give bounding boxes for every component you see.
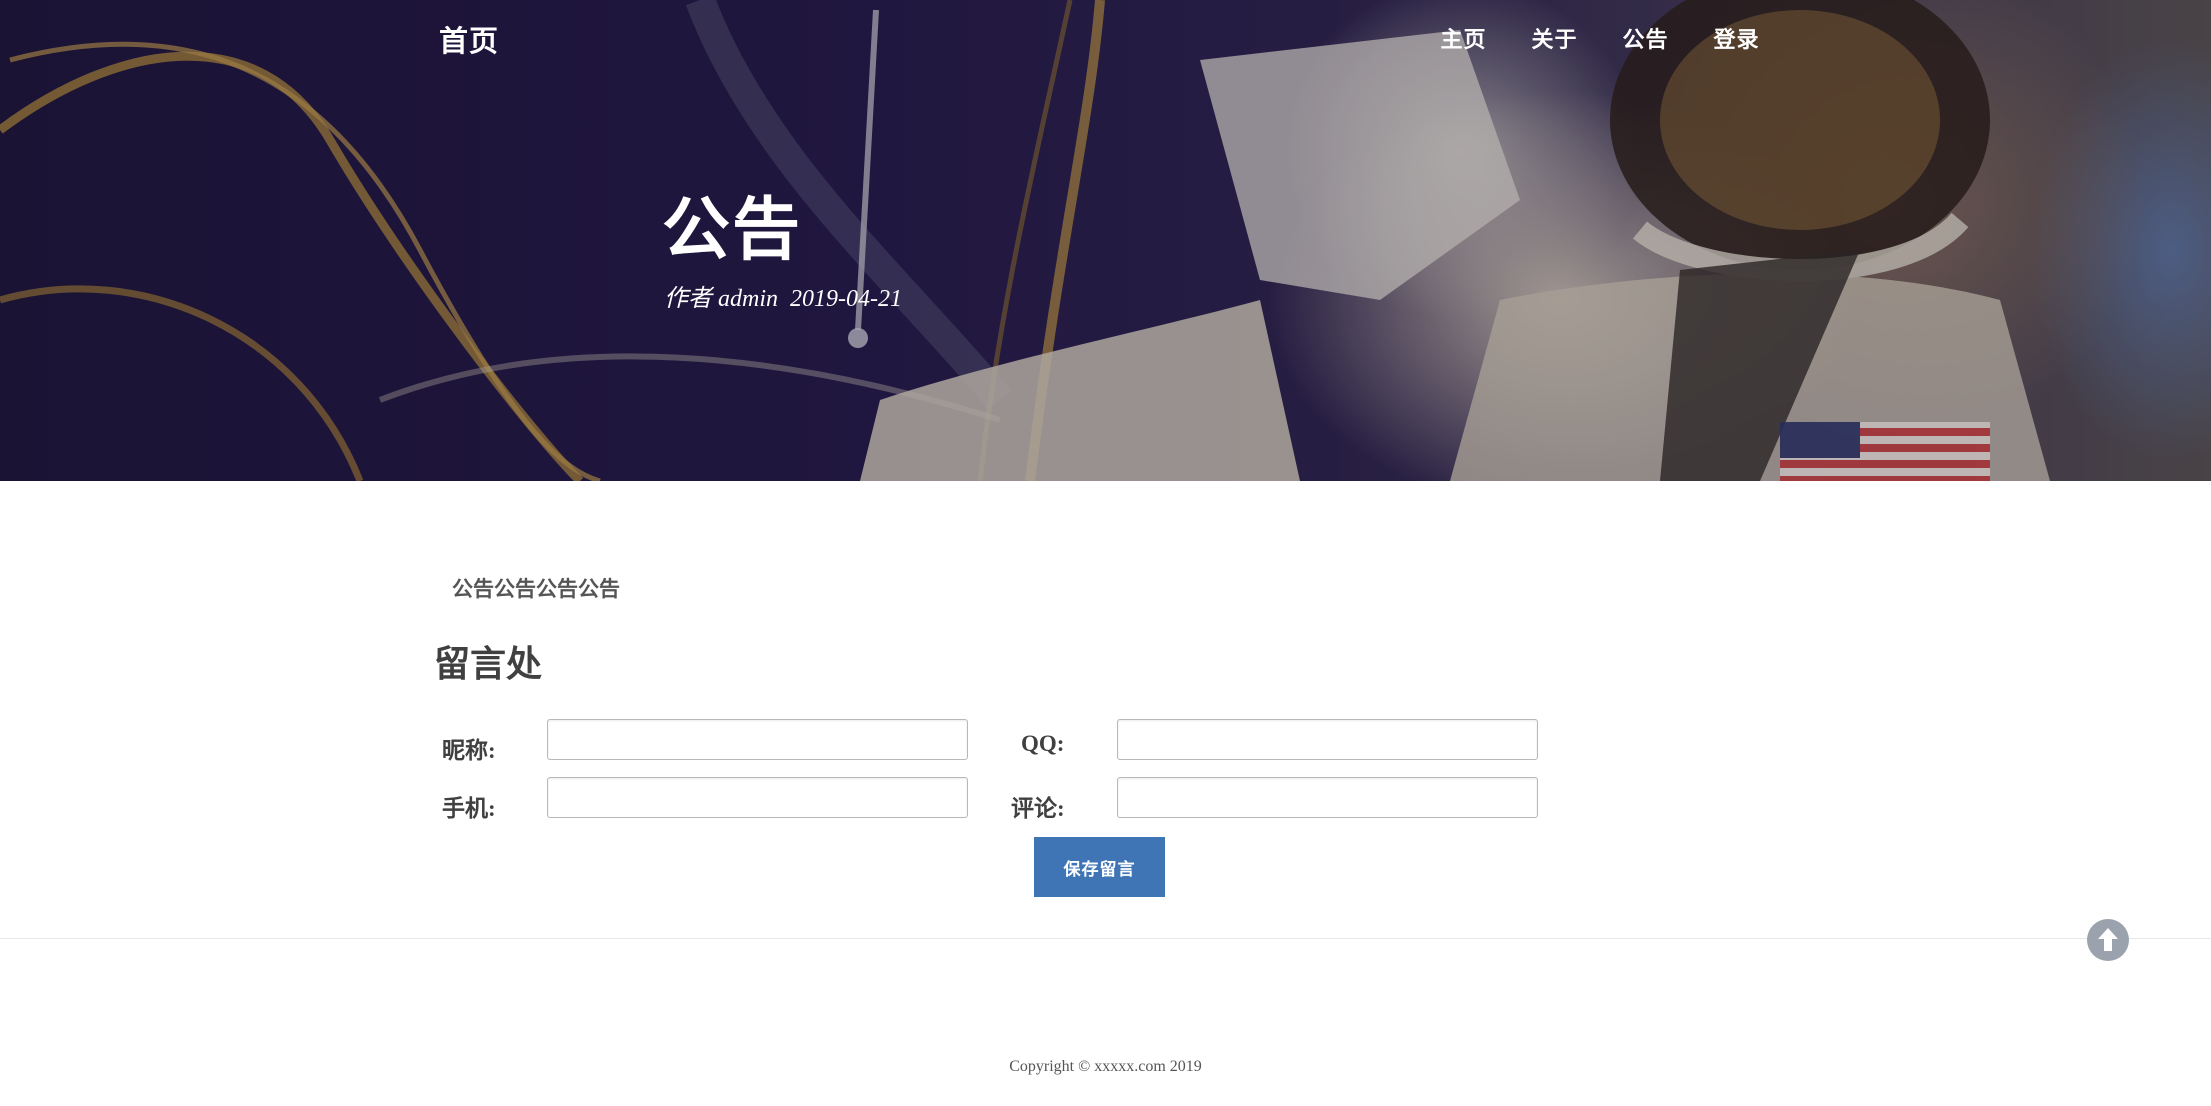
- copyright-text: Copyright © xxxxx.com 2019: [1009, 1058, 1202, 1075]
- scroll-to-top-button[interactable]: [2087, 919, 2129, 961]
- hero-header: 首页 主页 关于 公告 登录 公告 作者 admin 2019-04-21: [0, 0, 2211, 481]
- nickname-label: 昵称:: [442, 738, 496, 763]
- save-comment-button[interactable]: 保存留言: [1034, 837, 1165, 897]
- phone-label: 手机:: [442, 796, 496, 821]
- hero-overlay: [0, 0, 2211, 481]
- comment-input[interactable]: [1117, 777, 1538, 818]
- nav-item-login[interactable]: 登录: [1691, 22, 1782, 54]
- nav-item-home[interactable]: 主页: [1418, 22, 1509, 54]
- page-title: 公告: [662, 192, 803, 268]
- nav-item-about[interactable]: 关于: [1509, 22, 1600, 54]
- footer-divider: [0, 938, 2211, 939]
- qq-label: QQ:: [1021, 731, 1065, 756]
- post-body: 公告公告公告公告: [452, 578, 620, 601]
- comment-section-heading: 留言处: [434, 643, 543, 684]
- brand-home-link[interactable]: 首页: [439, 18, 499, 60]
- top-nav: 主页 关于 公告 登录: [1418, 22, 1782, 54]
- arrow-up-circle-icon: [2098, 928, 2118, 951]
- comment-label: 评论:: [1011, 796, 1065, 821]
- nickname-input[interactable]: [547, 719, 968, 760]
- qq-input[interactable]: [1117, 719, 1538, 760]
- post-meta: 作者 admin 2019-04-21: [664, 286, 902, 312]
- phone-input[interactable]: [547, 777, 968, 818]
- nav-item-announcement[interactable]: 公告: [1600, 22, 1691, 54]
